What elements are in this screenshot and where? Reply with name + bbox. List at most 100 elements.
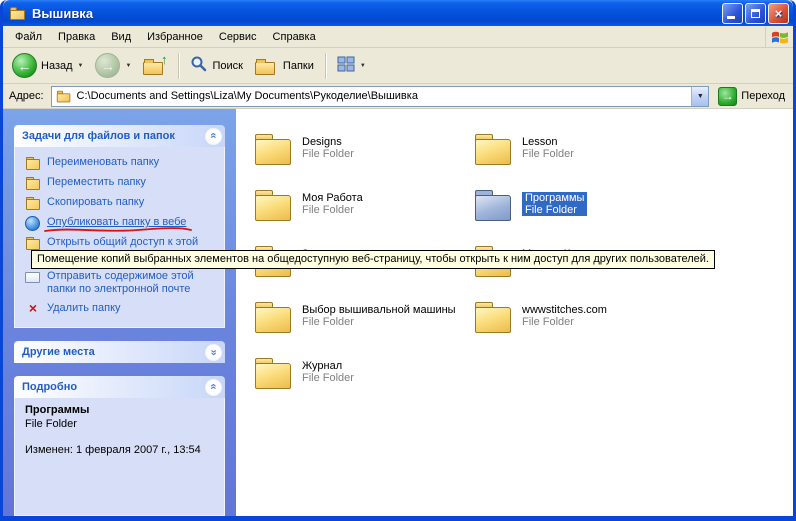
back-button[interactable]: ← Назад ▼ <box>7 51 88 80</box>
delete-icon: × <box>25 302 41 316</box>
back-icon: ← <box>12 53 37 78</box>
file-tile[interactable]: Моя РаботаFile Folder <box>252 185 472 241</box>
views-icon <box>337 56 355 75</box>
task-publish[interactable]: Опубликовать папку в вебе <box>25 213 218 233</box>
task-copy[interactable]: Скопировать папку <box>25 193 218 213</box>
publish-icon <box>25 216 41 230</box>
folders-label: Папки <box>283 60 314 72</box>
panel-title: Подробно <box>22 381 77 393</box>
go-label: Переход <box>741 90 785 102</box>
publish-tooltip: Помещение копий выбранных элементов на о… <box>31 250 715 269</box>
close-button[interactable]: × <box>768 3 789 24</box>
file-name: Моя Работа <box>302 192 363 204</box>
details-panel: Подробно » Программы File Folder Изменен… <box>14 376 225 516</box>
folder-up-icon: ↑ <box>143 56 167 76</box>
expand-chevron-icon[interactable]: » <box>205 344 222 361</box>
collapse-chevron-icon[interactable]: » <box>205 379 222 396</box>
file-label: Выбор вышивальной машиныFile Folder <box>302 304 456 328</box>
file-folder-tasks-panel: Задачи для файлов и папок » Переименоват… <box>14 125 225 328</box>
share-icon <box>25 236 41 250</box>
toolbar-separator <box>325 53 326 79</box>
task-label: Открыть общий доступ к этой <box>47 236 198 249</box>
forward-icon: → <box>95 53 120 78</box>
task-label: Удалить папку <box>47 302 121 315</box>
file-name: Lesson <box>522 136 574 148</box>
back-label: Назад <box>41 60 73 72</box>
menu-item[interactable]: Избранное <box>139 28 211 46</box>
back-dropdown-icon[interactable]: ▼ <box>78 63 84 69</box>
file-folder-tasks-header[interactable]: Задачи для файлов и папок » <box>14 125 225 147</box>
forward-button[interactable]: → ▼ <box>90 51 136 80</box>
folders-icon <box>255 56 279 76</box>
minimize-icon <box>727 16 735 19</box>
menu-bar: ФайлПравкаВидИзбранноеСервисСправка <box>3 26 793 48</box>
move-icon <box>25 176 41 190</box>
file-label: Моя РаботаFile Folder <box>302 192 363 216</box>
windows-logo-icon <box>765 26 793 47</box>
file-label: DesignsFile Folder <box>302 136 354 160</box>
task-label: Опубликовать папку в вебе <box>47 216 186 229</box>
file-label: wwwstitches.comFile Folder <box>522 304 607 328</box>
file-tile[interactable]: ЖурналFile Folder <box>252 353 472 409</box>
menu-items: ФайлПравкаВидИзбранноеСервисСправка <box>7 28 324 46</box>
file-tile[interactable]: ПрограммыFile Folder <box>472 185 692 241</box>
other-places-header[interactable]: Другие места » <box>14 341 225 363</box>
window-controls: × <box>722 3 789 24</box>
task-pane-sidebar: Задачи для файлов и папок » Переименоват… <box>3 109 236 516</box>
collapse-chevron-icon[interactable]: » <box>205 128 222 145</box>
address-input[interactable]: C:\Documents and Settings\Liza\My Docume… <box>51 86 710 107</box>
details-header[interactable]: Подробно » <box>14 376 225 398</box>
search-button[interactable]: Поиск <box>185 53 247 78</box>
file-tile[interactable]: Выбор вышивальной машиныFile Folder <box>252 297 472 353</box>
task-email[interactable]: Отправить содержимое этой папки по элект… <box>25 267 218 299</box>
file-list-area[interactable]: DesignsFile FolderLessonFile FolderМоя Р… <box>236 109 793 516</box>
file-name: Выбор вышивальной машины <box>302 304 456 316</box>
views-dropdown-icon[interactable]: ▼ <box>360 63 366 69</box>
menu-item[interactable]: Справка <box>265 28 324 46</box>
folder-icon <box>472 129 516 169</box>
file-type: File Folder <box>525 204 584 216</box>
folder-icon <box>472 297 516 337</box>
toolbar: ← Назад ▼ → ▼ ↑ Поиск Папки <box>3 48 793 84</box>
file-tile[interactable]: LessonFile Folder <box>472 129 692 185</box>
task-move[interactable]: Переместить папку <box>25 173 218 193</box>
forward-dropdown-icon[interactable]: ▼ <box>125 63 131 69</box>
file-tile[interactable]: wwwstitches.comFile Folder <box>472 297 692 353</box>
address-folder-icon <box>55 89 71 103</box>
task-delete[interactable]: × Удалить папку <box>25 299 218 319</box>
views-button[interactable]: ▼ <box>332 54 371 77</box>
toolbar-separator <box>178 53 179 79</box>
file-type: File Folder <box>302 372 354 384</box>
task-label: Скопировать папку <box>47 196 144 209</box>
file-type: File Folder <box>522 316 607 328</box>
menu-item[interactable]: Сервис <box>211 28 265 46</box>
window-title: Вышивка <box>32 6 722 21</box>
folders-button[interactable]: Папки <box>250 54 319 78</box>
menu-item[interactable]: Правка <box>50 28 103 46</box>
task-label: Отправить содержимое этой папки по элект… <box>47 270 218 296</box>
file-tile[interactable]: DesignsFile Folder <box>252 129 472 185</box>
rename-icon <box>25 156 41 170</box>
file-type: File Folder <box>302 316 456 328</box>
up-button[interactable]: ↑ <box>138 54 172 78</box>
file-name: wwwstitches.com <box>522 304 607 316</box>
file-type: File Folder <box>302 204 363 216</box>
explorer-window: Вышивка × ФайлПравкаВидИзбранноеСервисСп… <box>0 0 796 521</box>
task-label: Переместить папку <box>47 176 146 189</box>
minimize-button[interactable] <box>722 3 743 24</box>
details-body: Программы File Folder Изменен: 1 февраля… <box>14 398 225 516</box>
address-dropdown-icon[interactable]: ▼ <box>691 87 708 106</box>
window-folder-icon <box>9 6 27 21</box>
copy-icon <box>25 196 41 210</box>
other-places-panel: Другие места » <box>14 341 225 363</box>
file-type: File Folder <box>522 148 574 160</box>
panel-title: Другие места <box>22 346 95 358</box>
file-name: Программы <box>525 192 584 204</box>
maximize-button[interactable] <box>745 3 766 24</box>
go-icon: → <box>718 87 737 106</box>
menu-item[interactable]: Вид <box>103 28 139 46</box>
file-name: Журнал <box>302 360 354 372</box>
task-rename[interactable]: Переименовать папку <box>25 153 218 173</box>
go-button[interactable]: → Переход <box>714 87 789 106</box>
menu-item[interactable]: Файл <box>7 28 50 46</box>
